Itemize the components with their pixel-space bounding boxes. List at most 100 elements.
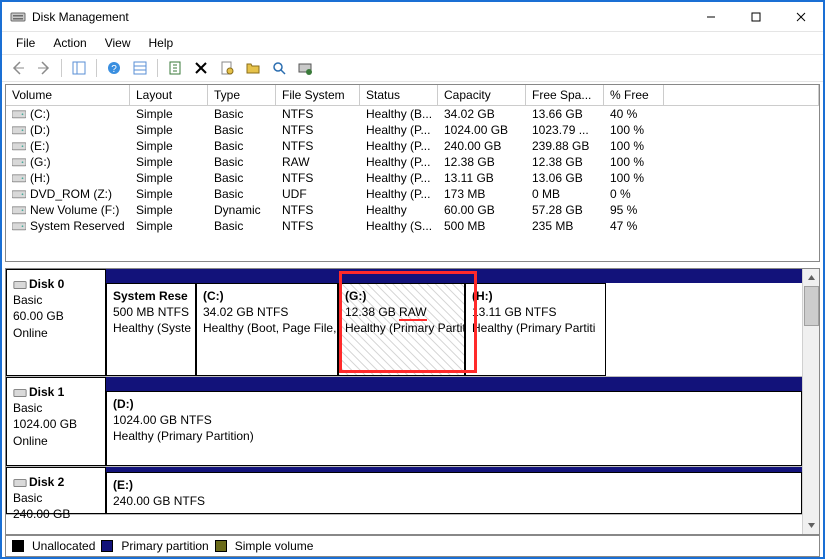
vertical-scrollbar[interactable] <box>802 269 819 534</box>
properties-button[interactable] <box>215 56 239 80</box>
scroll-up-icon[interactable] <box>804 269 819 286</box>
volume-free: 1023.79 ... <box>526 122 604 138</box>
disk-graphical-view[interactable]: Disk 0Basic60.00 GBOnlineSystem Rese500 … <box>5 268 820 535</box>
drive-icon <box>12 125 26 137</box>
content-area: Volume Layout Type File System Status Ca… <box>2 82 823 557</box>
drive-icon <box>12 141 26 153</box>
volume-row[interactable]: (D:)SimpleBasicNTFSHealthy (P...1024.00 … <box>6 122 819 138</box>
action-button[interactable] <box>293 56 317 80</box>
partition-title: (H:) <box>472 289 493 303</box>
disk-state: Online <box>13 326 48 340</box>
volume-row[interactable]: (H:)SimpleBasicNTFSHealthy (P...13.11 GB… <box>6 170 819 186</box>
disk-row: Disk 2Basic240.00 GB(E:)240.00 GB NTFS <box>6 467 802 515</box>
maximize-button[interactable] <box>733 2 778 31</box>
volume-status: Healthy (P... <box>360 170 438 186</box>
partition[interactable]: (C:)34.02 GB NTFSHealthy (Boot, Page Fil… <box>196 283 338 376</box>
volume-list-body[interactable]: (C:)SimpleBasicNTFSHealthy (B...34.02 GB… <box>6 106 819 261</box>
col-volume[interactable]: Volume <box>6 85 130 106</box>
window-title: Disk Management <box>32 10 129 24</box>
volume-row[interactable]: (C:)SimpleBasicNTFSHealthy (B...34.02 GB… <box>6 106 819 122</box>
disk-info[interactable]: Disk 1Basic1024.00 GBOnline <box>6 377 106 466</box>
volume-layout: Simple <box>130 122 208 138</box>
volume-name: System Reserved <box>30 219 125 233</box>
volume-row[interactable]: (G:)SimpleBasicRAWHealthy (P...12.38 GB1… <box>6 154 819 170</box>
volume-type: Basic <box>208 122 276 138</box>
volume-row[interactable]: New Volume (F:)SimpleDynamicNTFSHealthy6… <box>6 202 819 218</box>
volume-name: DVD_ROM (Z:) <box>30 187 112 201</box>
menu-action[interactable]: Action <box>45 34 94 52</box>
volume-list[interactable]: Volume Layout Type File System Status Ca… <box>5 84 820 262</box>
disk-label: Disk 2 <box>29 475 64 489</box>
partition-status: Healthy (Primary Partiti <box>472 321 595 335</box>
volume-status: Healthy <box>360 202 438 218</box>
open-button[interactable] <box>241 56 265 80</box>
menu-file[interactable]: File <box>8 34 43 52</box>
titlebar[interactable]: Disk Management <box>2 2 823 32</box>
volume-pct: 100 % <box>604 154 664 170</box>
app-icon <box>10 9 26 25</box>
volume-layout: Simple <box>130 170 208 186</box>
delete-button[interactable] <box>189 56 213 80</box>
close-button[interactable] <box>778 2 823 31</box>
volume-row[interactable]: (E:)SimpleBasicNTFSHealthy (P...240.00 G… <box>6 138 819 154</box>
partition-size: 1024.00 GB NTFS <box>113 413 212 427</box>
col-type[interactable]: Type <box>208 85 276 106</box>
partition[interactable]: System Rese500 MB NTFSHealthy (Syste <box>106 283 196 376</box>
volume-name: (G:) <box>30 155 51 169</box>
volume-layout: Simple <box>130 154 208 170</box>
disk-row: Disk 0Basic60.00 GBOnlineSystem Rese500 … <box>6 269 802 377</box>
partition-title: (G:) <box>345 289 366 303</box>
volume-free: 12.38 GB <box>526 154 604 170</box>
legend-swatch-primary <box>101 540 113 552</box>
col-capacity[interactable]: Capacity <box>438 85 526 106</box>
volume-pct: 0 % <box>604 186 664 202</box>
volume-pct: 40 % <box>604 106 664 122</box>
partition[interactable]: (G:)12.38 GB RAWHealthy (Primary Partit <box>338 283 465 376</box>
volume-name: New Volume (F:) <box>30 203 119 217</box>
volume-fs: NTFS <box>276 218 360 234</box>
scroll-down-icon[interactable] <box>804 517 819 534</box>
volume-fs: NTFS <box>276 170 360 186</box>
volume-status: Healthy (B... <box>360 106 438 122</box>
help-button[interactable]: ? <box>102 56 126 80</box>
partition[interactable]: (H:)13.11 GB NTFSHealthy (Primary Partit… <box>465 283 606 376</box>
disk-info[interactable]: Disk 2Basic240.00 GB <box>6 467 106 514</box>
disk-management-window: Disk Management File Action View Help ? … <box>0 0 825 559</box>
menu-view[interactable]: View <box>97 34 139 52</box>
disk-info[interactable]: Disk 0Basic60.00 GBOnline <box>6 269 106 376</box>
col-status[interactable]: Status <box>360 85 438 106</box>
disk-size: 240.00 GB <box>13 507 70 521</box>
show-hide-tree-button[interactable] <box>67 56 91 80</box>
partition-status: Healthy (Syste <box>113 321 191 335</box>
disk-type: Basic <box>13 401 42 415</box>
volume-row[interactable]: DVD_ROM (Z:)SimpleBasicUDFHealthy (P...1… <box>6 186 819 202</box>
volume-layout: Simple <box>130 138 208 154</box>
volume-capacity: 1024.00 GB <box>438 122 526 138</box>
refresh-button[interactable] <box>163 56 187 80</box>
partition[interactable]: (E:)240.00 GB NTFS <box>106 472 802 514</box>
col-freespace[interactable]: Free Spa... <box>526 85 604 106</box>
partition-title: System Rese <box>113 289 188 303</box>
col-layout[interactable]: Layout <box>130 85 208 106</box>
volume-layout: Simple <box>130 218 208 234</box>
minimize-button[interactable] <box>688 2 733 31</box>
forward-button[interactable] <box>32 56 56 80</box>
drive-icon <box>12 205 26 217</box>
back-button[interactable] <box>6 56 30 80</box>
col-filesystem[interactable]: File System <box>276 85 360 106</box>
volume-name: (E:) <box>30 139 49 153</box>
menu-help[interactable]: Help <box>141 34 182 52</box>
toolbar: ? <box>2 54 823 82</box>
volume-pct: 95 % <box>604 202 664 218</box>
volume-pct: 100 % <box>604 170 664 186</box>
settings-list-button[interactable] <box>128 56 152 80</box>
disk-label: Disk 0 <box>29 277 64 291</box>
partition[interactable]: (D:)1024.00 GB NTFSHealthy (Primary Part… <box>106 391 802 466</box>
volume-row[interactable]: System ReservedSimpleBasicNTFSHealthy (S… <box>6 218 819 234</box>
volume-capacity: 34.02 GB <box>438 106 526 122</box>
scrollbar-thumb[interactable] <box>804 286 819 326</box>
volume-free: 57.28 GB <box>526 202 604 218</box>
explore-button[interactable] <box>267 56 291 80</box>
col-pctfree[interactable]: % Free <box>604 85 664 106</box>
volume-layout: Simple <box>130 106 208 122</box>
